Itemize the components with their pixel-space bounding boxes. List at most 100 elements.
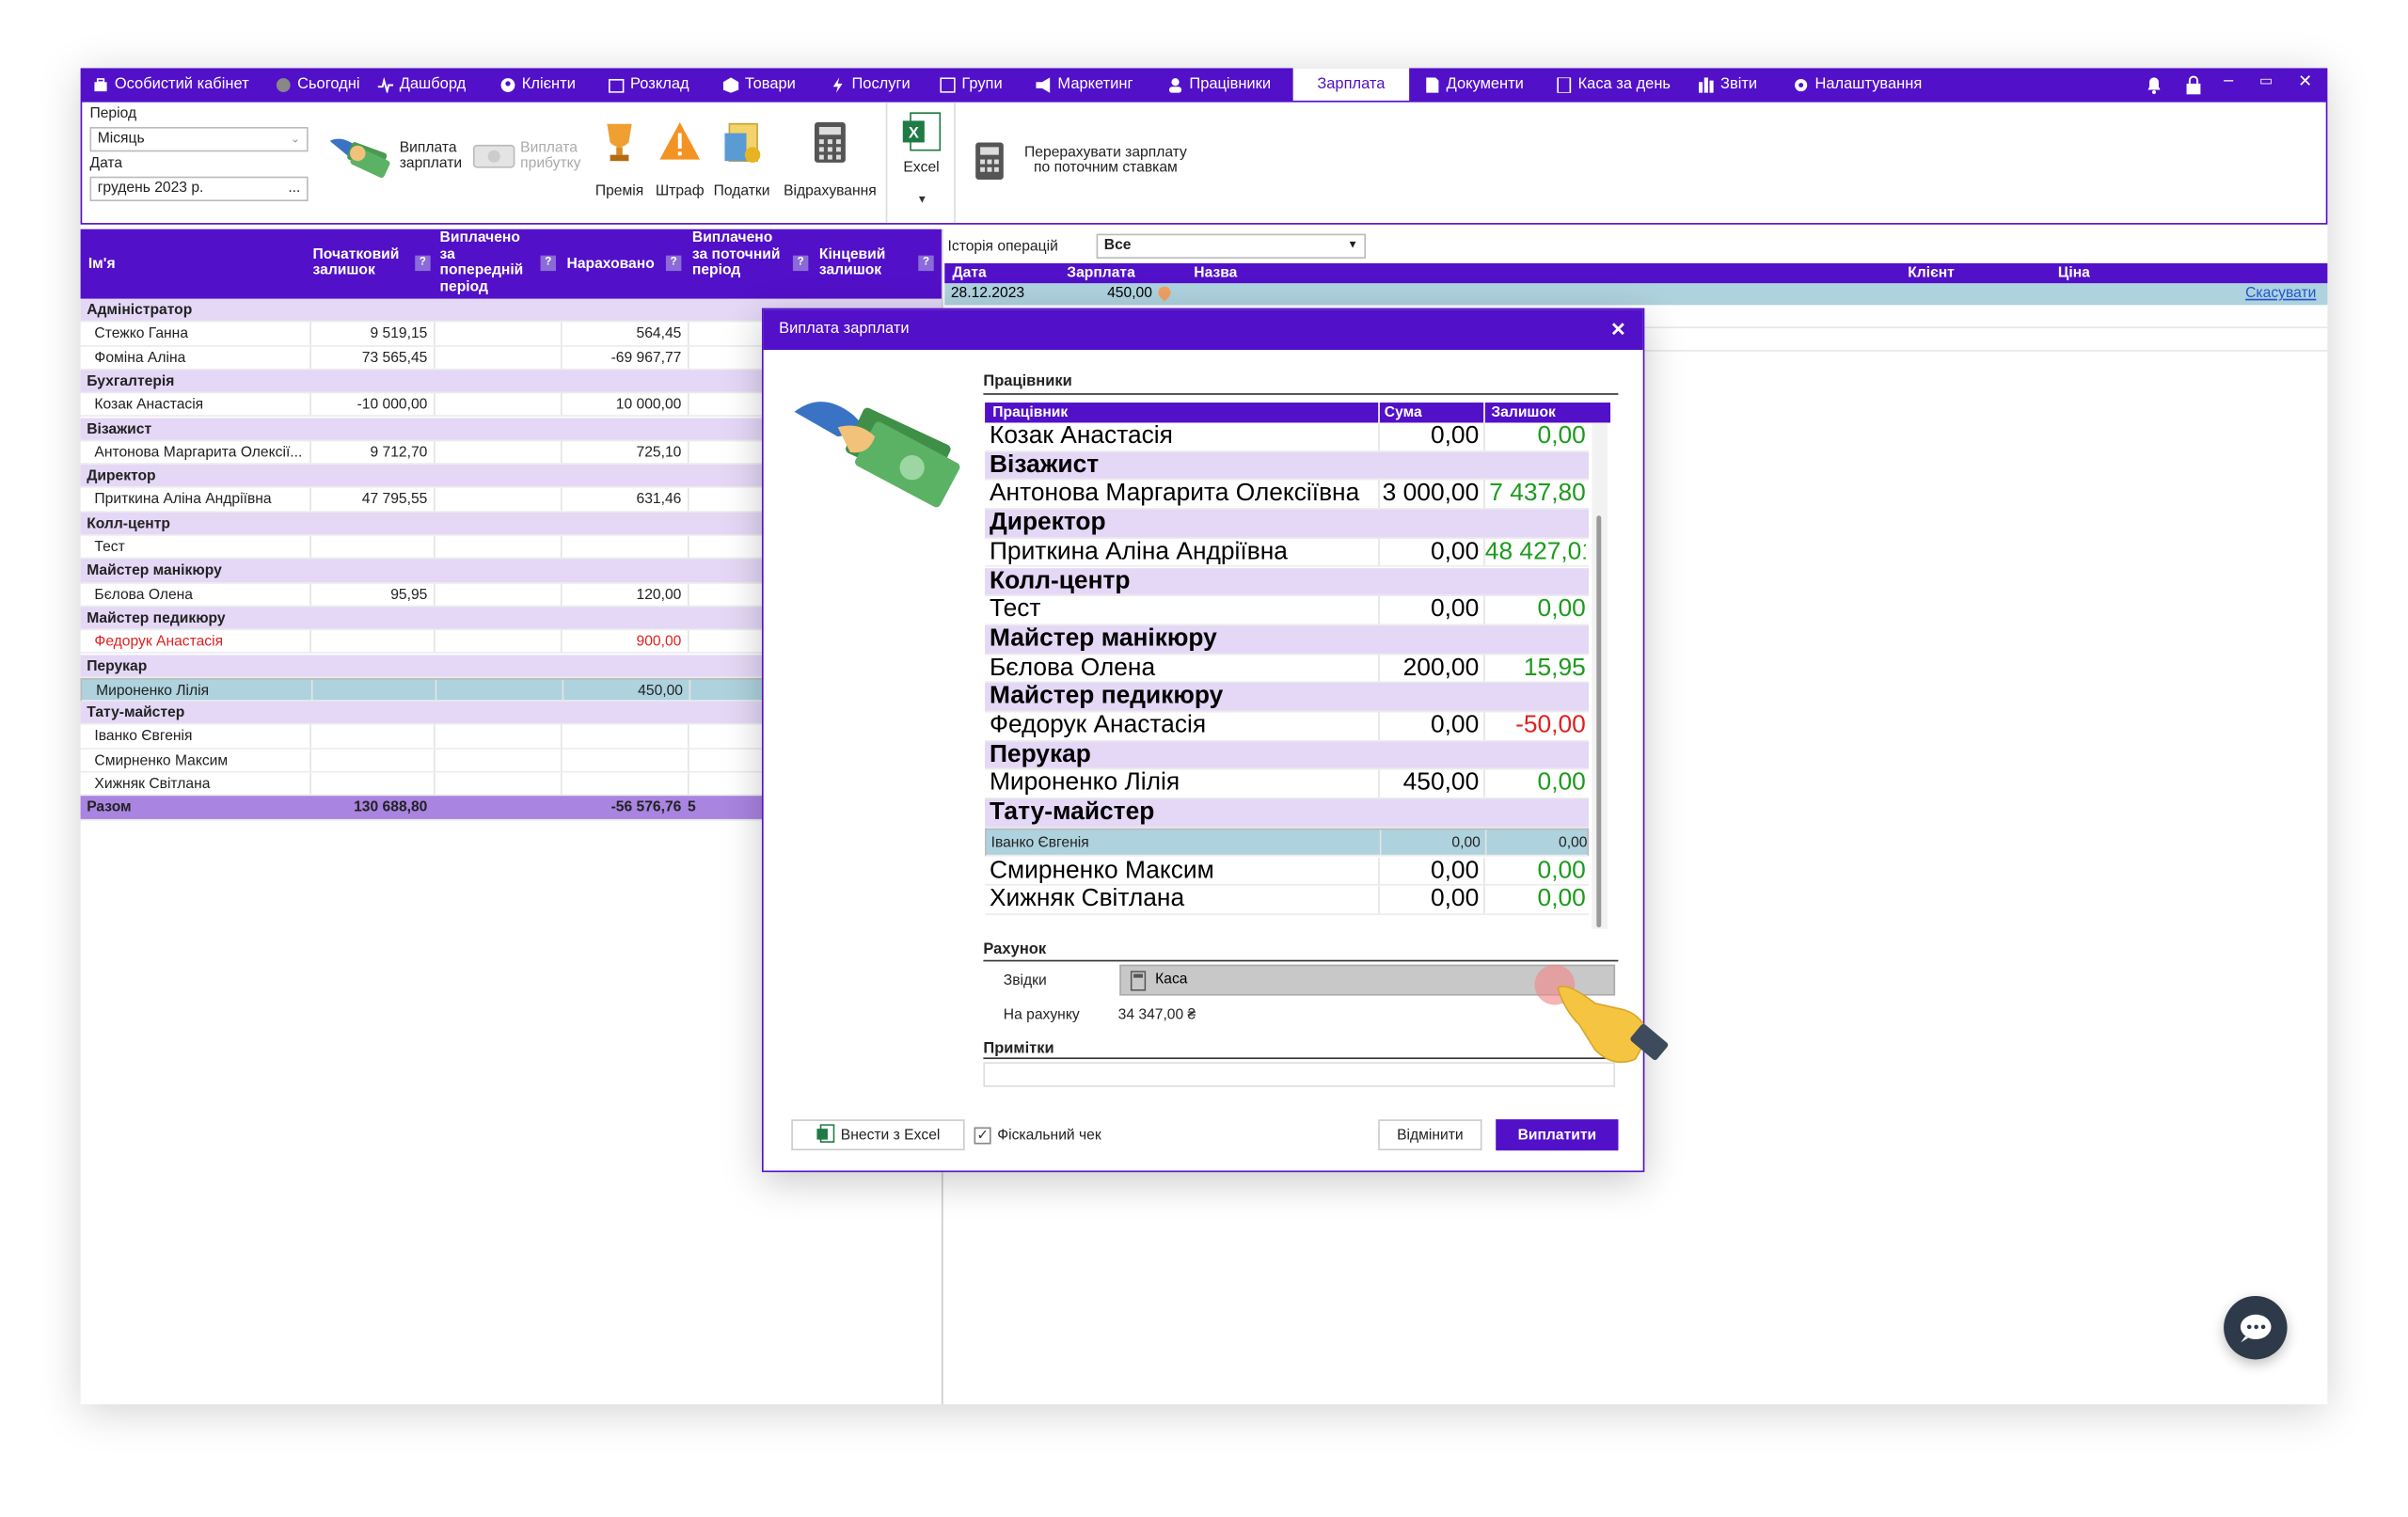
cell-accrued: 631,46 [636,491,682,509]
group-row[interactable]: Майстер манікюру [985,624,1590,655]
employee-row[interactable]: Бєлова Олена 200,00 15,95 [985,654,1590,684]
employee-row[interactable]: Хижняк Світлана 0,00 0,00 [985,885,1590,915]
employee-row[interactable]: Приткина Аліна Андріївна 0,00 48 427,01 [985,538,1590,568]
close-window-button[interactable]: ✕ [2298,71,2312,91]
employee-row[interactable]: Мироненко Лілія 450,00 0,00 [985,769,1590,799]
help-icon[interactable]: ? [792,255,809,272]
cancel-button[interactable]: Відмінити [1378,1119,1482,1151]
col-separator [689,679,691,701]
scrollbar-thumb[interactable] [1596,515,1602,928]
col-separator [1483,654,1485,682]
notes-input[interactable] [983,1062,1616,1087]
restore-button[interactable]: ▭ [2259,72,2273,89]
date-picker-button[interactable]: ... [288,178,300,199]
group-row[interactable]: Візажист [985,451,1590,481]
sum-cell[interactable]: 0,00 [1380,886,1479,913]
pay-button[interactable]: Виплатити [1496,1119,1619,1151]
menu-employees[interactable]: Працівники [1167,68,1271,101]
sum-cell[interactable]: 0,00 [1380,539,1479,566]
employee-row[interactable]: Тест 0,00 0,00 [985,596,1590,625]
cell-prev [434,749,554,771]
chat-button[interactable] [2224,1295,2288,1360]
bonus-button[interactable]: Премія [592,118,647,213]
fine-button[interactable]: Штраф [652,118,707,213]
deductions-button[interactable]: Відрахування [779,118,881,213]
menu-account[interactable]: Особистий кабінет [93,68,249,101]
menu-groups[interactable]: Групи [940,68,1003,101]
date-picker[interactable]: грудень 2023 р.... [89,176,309,202]
rest-cell: 15,95 [1523,654,1586,681]
menu-reports[interactable]: Звіти [1698,68,1757,101]
menu-cash-day[interactable]: Каса за день [1557,68,1671,101]
sum-cell[interactable]: 0,00 [1380,712,1479,739]
svg-text:X: X [909,125,919,142]
salary-table-header: Ім'я Початковий залишок ? Виплачено за п… [80,229,942,299]
rest-cell: 7 437,80 [1489,480,1586,507]
dialog-table-body: Козак Анастасія 0,00 0,00 Візажист Антонова … [985,422,1590,928]
help-icon[interactable]: ? [918,255,934,272]
menu-salary[interactable]: Зарплата [1292,68,1410,102]
group-row[interactable]: Колл-центр [985,567,1590,597]
col-separator [309,582,311,606]
col-separator [433,393,436,417]
cancel-link[interactable]: Скасувати [2245,283,2316,305]
group-row[interactable]: Тату-майстер [985,798,1590,829]
group-row[interactable]: Майстер педикюру [985,683,1590,713]
period-select[interactable]: Місяць ⌄ [89,126,309,152]
menu-documents[interactable]: Документи [1425,68,1524,101]
history-filter-select[interactable]: Все ▼ [1096,233,1367,259]
employee-row[interactable]: Федорук Анастасія 0,00 -50,00 [985,712,1590,742]
col-separator [309,393,311,417]
sum-cell[interactable]: 0,00 [1380,596,1479,624]
menu-today[interactable]: Сьогодні [276,68,360,101]
total-accrued: -56 576,76 [610,798,682,817]
menu-goods[interactable]: Товари [722,68,796,101]
sum-cell[interactable]: 3 000,00 [1380,481,1480,508]
dialog-employees-table: Працівник Сума Залишок Козак Анастасія 0,… [985,403,1611,929]
taxes-button[interactable]: Податки [711,118,773,213]
minimize-button[interactable]: – [2224,71,2233,90]
sum-cell[interactable]: 0,00 [1380,422,1479,450]
fiscal-check-checkbox[interactable]: ✓ [974,1127,991,1145]
menu-clients[interactable]: Клієнти [500,68,576,101]
pay-salary-button[interactable]: Виплата зарплати [326,129,473,191]
history-row[interactable]: 28.12.2023 450,00 Скасувати [944,283,2328,306]
lock-icon[interactable] [2185,74,2202,103]
help-icon[interactable]: ? [665,255,682,272]
toolbar-divider-2 [954,102,956,224]
group-row[interactable]: Директор [985,509,1590,539]
sum-cell[interactable]: 0,00 [1381,830,1480,855]
group-row[interactable]: Перукар [985,741,1590,770]
row-name: Мироненко Лілія [96,682,210,700]
col-separator [687,488,689,511]
recalc-button[interactable]: Перерахувати зарплату по поточним ставка… [968,134,1200,196]
sum-cell[interactable]: 200,00 [1380,655,1480,682]
employee-row[interactable]: Смирненко Максим 0,00 0,00 [985,857,1590,886]
sum-cell[interactable]: 450,00 [1380,770,1480,798]
menu-schedule[interactable]: Розклад [608,68,689,101]
col-separator [687,322,689,345]
menu-settings[interactable]: Налаштування [1793,68,1922,101]
help-icon[interactable]: ? [540,255,557,272]
employee-row[interactable]: Антонова Маргарита Олексіївна 3 000,00 7 4… [985,480,1590,510]
dialog-close-button[interactable]: ✕ [1610,309,1626,350]
help-icon[interactable]: ? [415,255,431,272]
sum-cell[interactable]: 0,00 [1380,857,1479,884]
scrollbar[interactable] [1592,422,1608,929]
cell-start [309,725,427,748]
import-excel-button[interactable]: Внести з Excel [791,1119,965,1151]
excel-button[interactable]: X Excel ▼ [892,108,951,220]
bell-icon[interactable] [2145,74,2163,103]
employee-name: Антонова Маргарита Олексіївна [989,480,1360,507]
employee-row[interactable]: Іванко Євгенія 0,00 0,00 [985,828,1590,858]
calculator-icon [1130,971,1147,1002]
folder-coins-icon [721,120,765,171]
balance-label: На рахунку [1003,1006,1080,1024]
employee-row[interactable]: Козак Анастасія 0,00 0,00 [985,422,1590,452]
menu-marketing[interactable]: Маркетинг [1036,68,1133,101]
cell-start: 9 712,70 [370,444,428,462]
pay-profit-button: Виплата прибутку [472,129,588,191]
employee-name: Козак Анастасія [989,422,1173,450]
menu-dashboard[interactable]: Дашборд [377,68,466,101]
menu-services[interactable]: Послуги [830,68,911,101]
